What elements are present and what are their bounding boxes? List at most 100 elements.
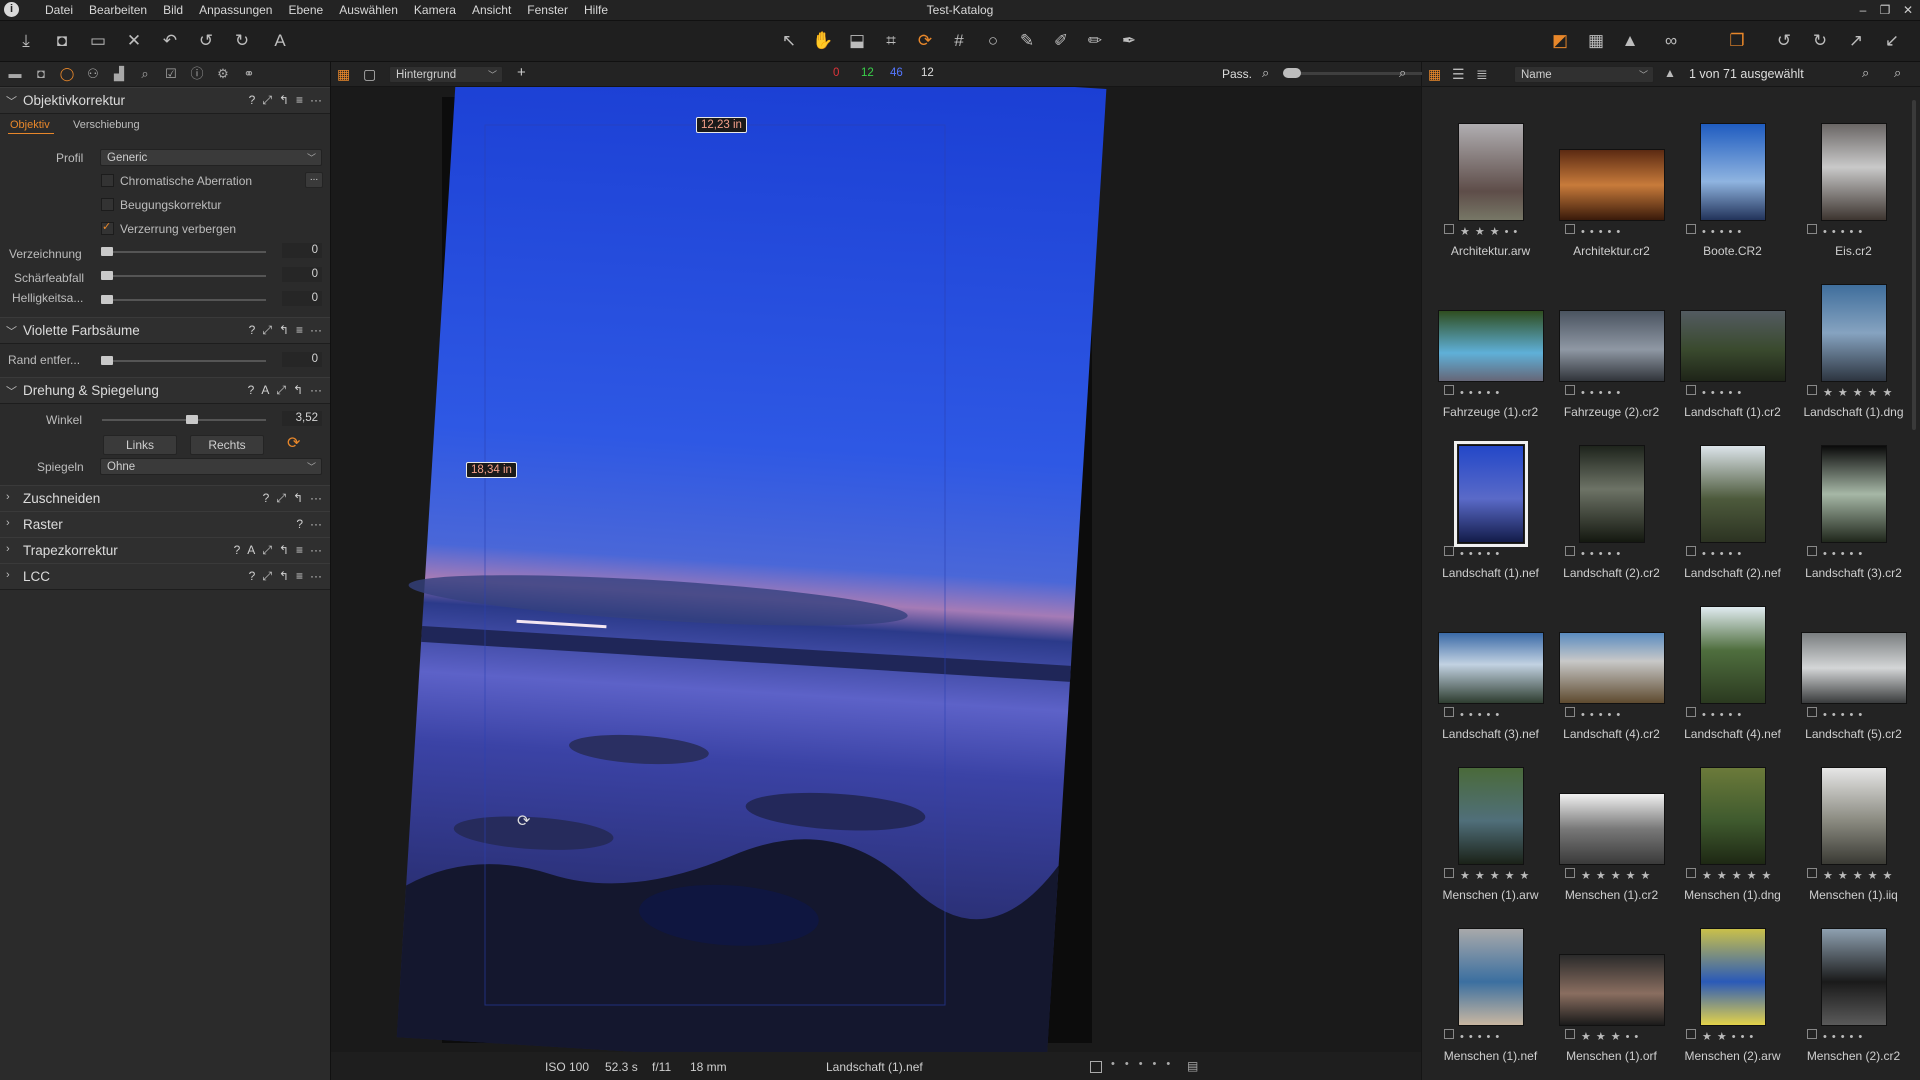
tab-objektiv[interactable]: Objektiv: [10, 119, 50, 131]
thumbnail-image[interactable]: [1559, 955, 1664, 1025]
thumbnail-rating[interactable]: •••••: [1823, 709, 1920, 721]
single-view-icon[interactable]: ▢: [363, 66, 376, 83]
adjustments-tab-icon[interactable]: ☑: [162, 65, 180, 83]
auto-icon[interactable]: A: [247, 543, 255, 558]
menu-auswaehlen[interactable]: Auswählen: [331, 0, 406, 20]
thumbnail-select-checkbox[interactable]: [1444, 224, 1454, 234]
thumbnail-image[interactable]: [1579, 446, 1644, 542]
thumbnail-image[interactable]: [1559, 150, 1664, 220]
thumbnail-cell[interactable]: ••••• Menschen (1).nef: [1430, 905, 1551, 1065]
tab-verschiebung[interactable]: Verschiebung: [73, 119, 140, 131]
thumbnail-select-checkbox[interactable]: [1686, 707, 1696, 717]
thumbnail-select-checkbox[interactable]: [1807, 707, 1817, 717]
keystone-tool-icon[interactable]: #: [947, 29, 971, 53]
presets-icon[interactable]: ≡: [296, 543, 303, 558]
reset-icon[interactable]: ↰: [279, 323, 289, 338]
exposure-tab-icon[interactable]: ▟: [110, 65, 128, 83]
list-view-icon[interactable]: ☰: [1452, 66, 1465, 83]
rotate-left-icon[interactable]: ↺: [1772, 29, 1796, 53]
thumbnail-rating[interactable]: •••••: [1702, 709, 1802, 721]
thumbnail-select-checkbox[interactable]: [1686, 868, 1696, 878]
help-icon[interactable]: ?: [248, 383, 255, 398]
background-select[interactable]: Hintergrund ﹀: [389, 66, 503, 83]
brightness-falloff-value[interactable]: 0: [282, 291, 322, 306]
lens-correction-header[interactable]: ﹀ Objektivkorrektur ? ⤢ ↰ ≡ ···: [0, 87, 330, 114]
multi-view-icon[interactable]: ▦: [337, 66, 350, 83]
purple-fringing-header[interactable]: ﹀ Violette Farbsäume ? ⤢ ↰ ≡ ···: [0, 317, 330, 344]
select-tool-icon[interactable]: ↖: [777, 29, 801, 53]
thumbnail-select-checkbox[interactable]: [1565, 224, 1575, 234]
output-tab-icon[interactable]: ⚙: [214, 65, 232, 83]
thumbnail-cell[interactable]: ★★★★★ Menschen (1).cr2: [1551, 744, 1672, 904]
thumbnail-image[interactable]: [1559, 794, 1664, 864]
thumbnail-select-checkbox[interactable]: [1444, 707, 1454, 717]
thumbnail-rating[interactable]: •••••: [1823, 1031, 1920, 1043]
thumbnail-cell[interactable]: ••••• Landschaft (3).nef: [1430, 583, 1551, 743]
thumbnail-rating[interactable]: ★★★★★: [1581, 869, 1681, 882]
thumbnail-rating[interactable]: •••••: [1702, 226, 1802, 238]
thumbnail-select-checkbox[interactable]: [1686, 1029, 1696, 1039]
menu-datei[interactable]: Datei: [37, 0, 81, 20]
brightness-falloff-slider-knob[interactable]: [101, 295, 113, 304]
color-tab-icon[interactable]: ⚇: [84, 65, 102, 83]
menu-fenster[interactable]: Fenster: [519, 0, 576, 20]
sharpness-falloff-slider[interactable]: [102, 275, 266, 277]
more-icon[interactable]: ···: [310, 383, 322, 398]
thumbnail-rating[interactable]: ★★★••: [1460, 225, 1560, 238]
straighten-tool-icon[interactable]: ⟳: [287, 433, 300, 453]
thumbnail-rating[interactable]: ★★★★★: [1702, 869, 1802, 882]
sort-direction-icon[interactable]: ▲: [1664, 66, 1676, 80]
menu-bearbeiten[interactable]: Bearbeiten: [81, 0, 155, 20]
fringe-edge-value[interactable]: 0: [282, 352, 322, 367]
thumbnail-image[interactable]: [1700, 768, 1765, 864]
thumbnail-rating[interactable]: ★★•••: [1702, 1030, 1802, 1043]
thumbnail-select-checkbox[interactable]: [1686, 385, 1696, 395]
rotation-header[interactable]: ﹀ Drehung & Spiegelung ? A ⤢ ↰ ···: [0, 377, 330, 404]
thumbnail-rating[interactable]: •••••: [1581, 709, 1681, 721]
proof-icon[interactable]: ∞: [1654, 29, 1688, 53]
presets-icon[interactable]: ≡: [296, 323, 303, 338]
thumbnail-image[interactable]: [1438, 633, 1543, 703]
thumbnail-rating[interactable]: •••••: [1581, 387, 1681, 399]
details-tab-icon[interactable]: ⌕: [136, 65, 154, 83]
thumbnail-cell[interactable]: ★★★★★ Landschaft (1).dng: [1793, 261, 1914, 421]
metadata-tab-icon[interactable]: ⓘ: [188, 65, 206, 83]
thumbnail-image[interactable]: [1559, 633, 1664, 703]
lcc-header[interactable]: › LCC ? ⤢ ↰ ≡ ···: [0, 563, 330, 590]
rotate-left-button[interactable]: Links: [103, 435, 177, 455]
zoom-fit-label[interactable]: Pass.: [1222, 67, 1252, 81]
thumbnail-cell[interactable]: ★★••• Menschen (2).arw: [1672, 905, 1793, 1065]
thumbnail-image[interactable]: [1821, 285, 1886, 381]
thumbnail-rating[interactable]: •••••: [1702, 387, 1802, 399]
undo-icon[interactable]: ↺: [194, 29, 218, 53]
search-icon[interactable]: ⌕: [1894, 65, 1901, 81]
thumbnail-cell[interactable]: ••••• Fahrzeuge (2).cr2: [1551, 261, 1672, 421]
thumbnail-image[interactable]: [1821, 446, 1886, 542]
thumbnail-select-checkbox[interactable]: [1686, 224, 1696, 234]
image-viewer[interactable]: 12,23 in 18,34 in ⟳: [331, 87, 1421, 1052]
thumbnail-rating[interactable]: •••••: [1581, 226, 1681, 238]
thumbnail-image[interactable]: [1821, 124, 1886, 220]
thumbnail-image[interactable]: [1700, 607, 1765, 703]
thumbnail-select-checkbox[interactable]: [1444, 868, 1454, 878]
more-icon[interactable]: ···: [310, 543, 322, 558]
presets-icon[interactable]: ≡: [296, 93, 303, 108]
thumbnail-rating[interactable]: •••••: [1581, 548, 1681, 560]
thumbnail-image[interactable]: [1821, 768, 1886, 864]
gradient-tool-icon[interactable]: ✐: [1049, 29, 1073, 53]
export-icon[interactable]: ▭: [86, 29, 110, 53]
thumbnail-rating[interactable]: ★★★••: [1581, 1030, 1681, 1043]
add-icon[interactable]: +: [517, 64, 526, 81]
angle-slider-knob[interactable]: [186, 415, 199, 424]
picker-icon[interactable]: ⤢: [262, 569, 272, 584]
delete-icon[interactable]: ✕: [122, 29, 146, 53]
picker-icon[interactable]: ⤢: [276, 491, 286, 506]
thumbnail-select-checkbox[interactable]: [1444, 1029, 1454, 1039]
thumbnail-rating[interactable]: •••••: [1823, 226, 1920, 238]
thumbnail-cell[interactable]: ★★★•• Menschen (1).orf: [1551, 905, 1672, 1065]
help-icon[interactable]: ?: [296, 517, 303, 531]
reset-icon[interactable]: ↰: [279, 569, 289, 584]
thumbnail-view-icon[interactable]: ▦: [1428, 66, 1441, 83]
zoom-in-icon[interactable]: ⌕: [1399, 65, 1406, 81]
redo-icon[interactable]: ↻: [230, 29, 254, 53]
